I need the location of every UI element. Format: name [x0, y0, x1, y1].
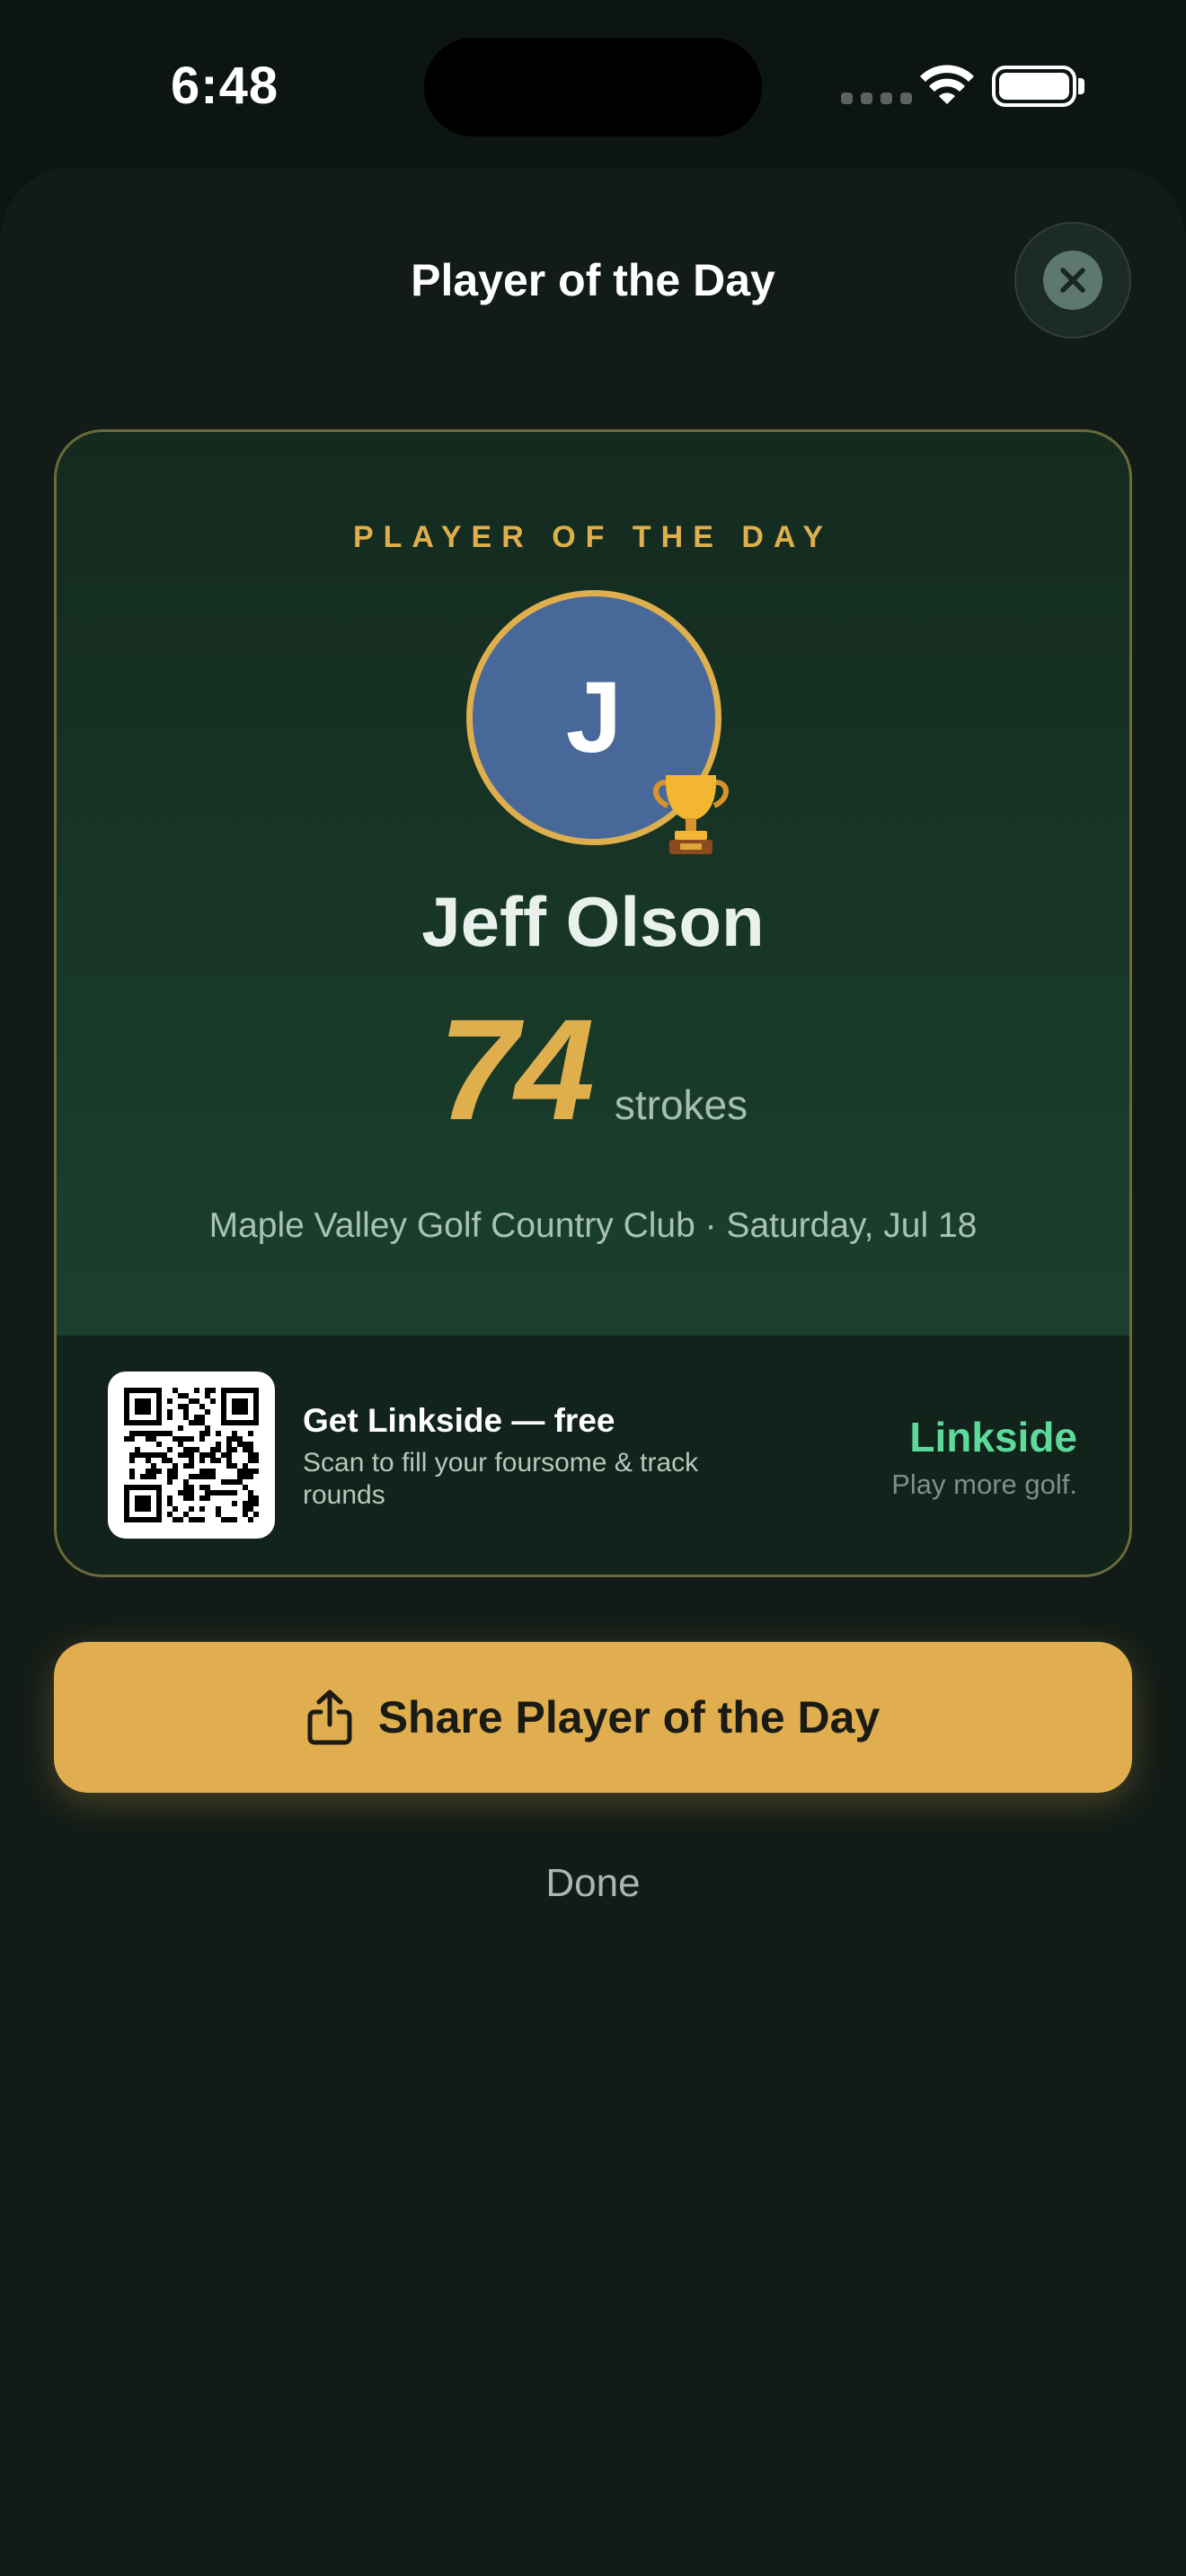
app-promo-footer: Get Linkside — free Scan to fill your fo…: [57, 1336, 1129, 1575]
dynamic-island: [424, 38, 762, 137]
status-time: 6:48: [171, 57, 279, 115]
avatar-initial: J: [565, 661, 623, 773]
score-value: 74: [438, 989, 595, 1150]
promo-title: Get Linkside — free: [303, 1402, 615, 1439]
player-name: Jeff Olson: [421, 882, 765, 961]
close-button[interactable]: [1014, 222, 1131, 339]
close-icon: [1043, 251, 1102, 310]
battery-icon: [992, 66, 1076, 107]
cellular-signal-icon: [841, 93, 912, 104]
brand-tagline: Play more golf.: [891, 1469, 1077, 1500]
sheet-title: Player of the Day: [411, 255, 775, 305]
brand-name: Linkside: [909, 1414, 1077, 1460]
qr-code-icon: [108, 1372, 275, 1539]
share-icon: [307, 1689, 352, 1745]
score-row: 74 strokes: [57, 998, 1129, 1142]
promo-subtitle: Scan to fill your foursome & track round…: [303, 1448, 699, 1510]
wifi-icon: [920, 65, 974, 104]
battery-level: [999, 73, 1069, 100]
share-button[interactable]: Share Player of the Day: [54, 1642, 1132, 1793]
player-of-the-day-card: PLAYER OF THE DAY J Jeff Olson 74 stroke…: [54, 429, 1132, 1577]
share-button-label: Share Player of the Day: [377, 1692, 881, 1742]
battery-cap: [1078, 78, 1084, 94]
card-eyebrow: PLAYER OF THE DAY: [352, 520, 833, 554]
screen: 6:48 Player of the Day PLAYER OF THE DAY…: [0, 0, 1186, 2576]
score-unit: strokes: [614, 1081, 748, 1128]
course-and-date: Maple Valley Golf Country Club · Saturda…: [208, 1206, 978, 1245]
done-button[interactable]: Done: [0, 1861, 1186, 1906]
trophy-icon: [653, 775, 729, 854]
